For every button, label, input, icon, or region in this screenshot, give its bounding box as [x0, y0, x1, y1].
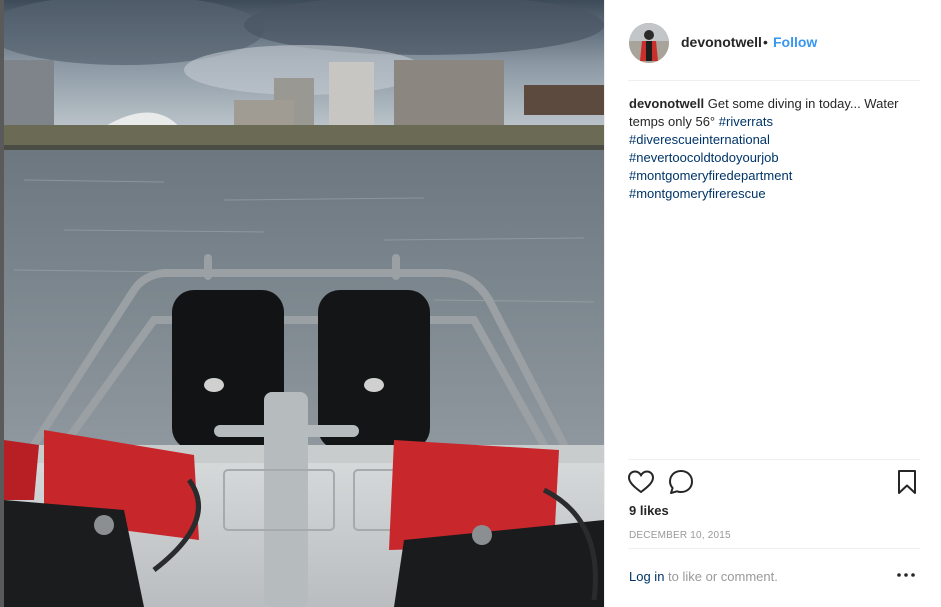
hashtag-link[interactable]: #riverrats	[719, 114, 773, 129]
comment-bubble-icon	[669, 470, 693, 494]
bookmark-icon	[898, 470, 916, 494]
actions-divider	[628, 459, 920, 460]
more-options-icon	[897, 573, 915, 577]
login-prompt-text: to like or comment.	[668, 569, 778, 584]
comment-divider	[628, 548, 920, 549]
comment-button[interactable]	[667, 468, 695, 496]
avatar[interactable]	[629, 23, 669, 63]
hashtag-link[interactable]: #montgomeryfiredepartment	[629, 167, 919, 185]
like-button[interactable]	[627, 468, 655, 496]
login-link[interactable]: Log in	[629, 569, 664, 584]
post-header: devonotwell • Follow	[605, 0, 941, 82]
header-divider	[628, 80, 920, 81]
caption-username[interactable]: devonotwell	[629, 96, 704, 111]
save-button[interactable]	[893, 468, 921, 496]
post-details-panel: devonotwell • Follow devonotwell Get som…	[604, 0, 941, 607]
post-photo[interactable]	[4, 0, 604, 607]
post-username[interactable]: devonotwell	[681, 34, 762, 50]
likes-count[interactable]: 9 likes	[629, 503, 669, 518]
avatar-image	[629, 23, 669, 63]
post-caption: devonotwell Get some diving in today... …	[629, 95, 919, 203]
hashtag-link[interactable]: #nevertoocoldtodoyourjob	[629, 149, 919, 167]
hashtag-link[interactable]: #montgomeryfirerescue	[629, 185, 919, 203]
hashtag-link[interactable]: #diverescueinternational	[629, 131, 919, 149]
heart-icon	[627, 470, 655, 494]
follow-button[interactable]: Follow	[773, 34, 817, 50]
post-photo-image	[4, 0, 604, 607]
separator-dot: •	[763, 34, 768, 50]
post-date[interactable]: DECEMBER 10, 2015	[629, 530, 731, 541]
instagram-post-window: devonotwell • Follow devonotwell Get som…	[0, 0, 941, 607]
more-options-button[interactable]	[895, 566, 917, 584]
login-prompt: Log in to like or comment.	[629, 569, 778, 584]
